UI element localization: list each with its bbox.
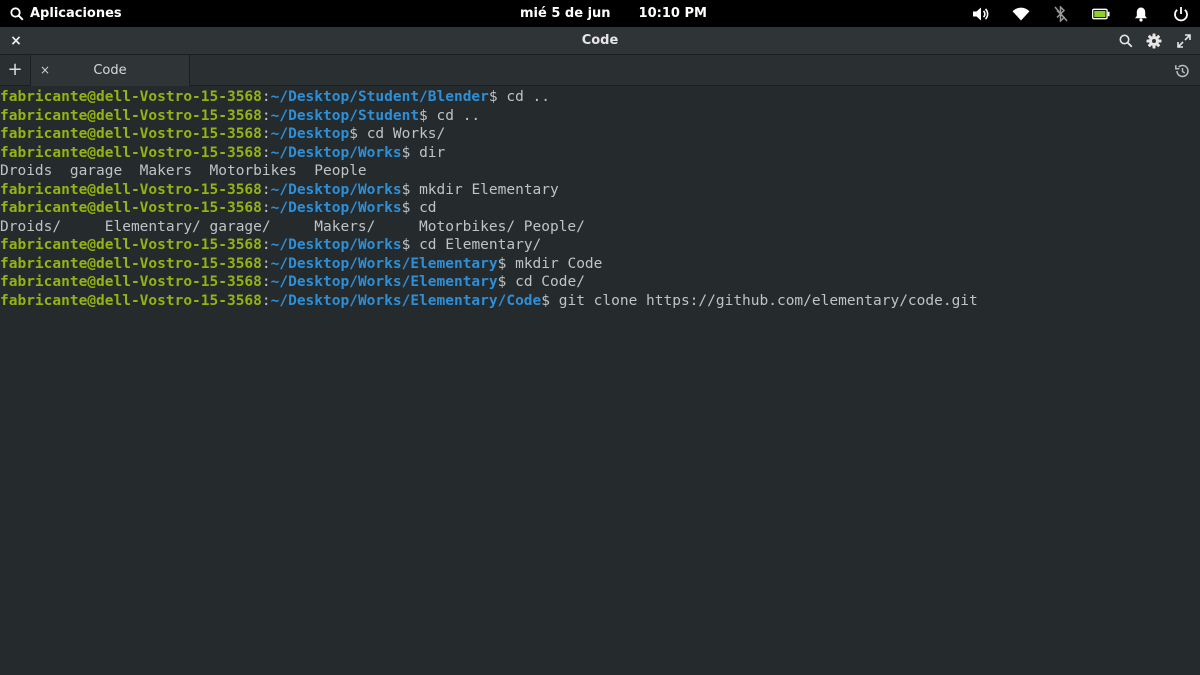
prompt-path: ~/Desktop/Student/Blender (270, 89, 489, 105)
prompt-separator: : (261, 255, 271, 272)
wifi-icon[interactable] (1012, 5, 1030, 23)
window-close-button[interactable]: × (6, 31, 26, 51)
search-button[interactable] (1116, 31, 1136, 51)
history-icon (1175, 64, 1189, 78)
command-text: cd Code/ (515, 274, 585, 290)
prompt-path: ~/Desktop/Works/Elementary (270, 274, 498, 290)
terminal-prompt-line: fabricante@dell-Vostro-15-3568:~/Desktop… (0, 273, 1200, 292)
new-tab-button[interactable]: + (4, 59, 26, 81)
terminal-prompt-line: fabricante@dell-Vostro-15-3568:~/Desktop… (0, 125, 1200, 144)
prompt-separator: : (261, 292, 271, 309)
prompt-path: ~/Desktop/Works/Elementary (270, 255, 498, 272)
indicator-area (972, 0, 1190, 27)
closed-tabs-button[interactable] (1172, 61, 1192, 81)
top-panel: Aplicaciones mié 5 de jun 10:10 PM (0, 0, 1200, 27)
notifications-icon[interactable] (1132, 5, 1150, 23)
prompt-symbol: $ (401, 237, 420, 253)
search-icon (1119, 34, 1133, 48)
command-text: cd .. (436, 107, 481, 124)
plus-icon: + (7, 59, 23, 80)
volume-icon[interactable] (972, 5, 990, 23)
prompt-symbol: $ (401, 181, 420, 198)
prompt-path: ~/Desktop/Works (270, 237, 402, 253)
command-text: cd (419, 200, 437, 216)
applications-label: Aplicaciones (30, 6, 122, 21)
window-title: Code (581, 33, 619, 48)
output-text: Droids garage Makers Motorbikes People (0, 163, 367, 179)
battery-icon[interactable] (1092, 5, 1110, 23)
gear-icon (1146, 33, 1162, 49)
prompt-user: fabricante@dell-Vostro-15-3568 (0, 200, 262, 216)
prompt-user: fabricante@dell-Vostro-15-3568 (0, 255, 262, 272)
terminal-prompt-line: fabricante@dell-Vostro-15-3568:~/Desktop… (0, 255, 1200, 274)
command-text: git clone https://github.com/elementary/… (558, 292, 978, 309)
window-headerbar: × Code (0, 27, 1200, 55)
terminal-prompt-line: fabricante@dell-Vostro-15-3568:~/Desktop… (0, 88, 1200, 107)
prompt-path: ~/Desktop/Works (270, 144, 402, 161)
command-text: cd Elementary/ (419, 237, 542, 253)
command-text: dir (419, 144, 446, 161)
output-text: Droids/ Elementary/ garage/ Makers/ Moto… (0, 218, 585, 235)
tab-code[interactable]: × Code (30, 55, 190, 86)
terminal-prompt-line: fabricante@dell-Vostro-15-3568:~/Desktop… (0, 144, 1200, 163)
command-text: cd .. (506, 89, 551, 105)
prompt-path: ~/Desktop/Student (270, 107, 420, 124)
prompt-separator: : (261, 200, 271, 216)
tab-label: Code (93, 63, 127, 78)
prompt-user: fabricante@dell-Vostro-15-3568 (0, 237, 262, 253)
prompt-symbol: $ (497, 274, 516, 290)
prompt-separator: : (261, 89, 271, 105)
prompt-symbol: $ (401, 200, 420, 216)
date-label: mié 5 de jun (520, 6, 611, 21)
command-text: mkdir Elementary (419, 181, 559, 198)
prompt-user: fabricante@dell-Vostro-15-3568 (0, 89, 262, 105)
terminal-prompt-line: fabricante@dell-Vostro-15-3568:~/Desktop… (0, 199, 1200, 218)
prompt-separator: : (261, 181, 271, 198)
prompt-symbol: $ (488, 89, 507, 105)
terminal-output-line: Droids garage Makers Motorbikes People (0, 162, 1200, 181)
prompt-separator: : (261, 274, 271, 290)
applications-menu[interactable]: Aplicaciones (10, 0, 122, 27)
close-icon: × (10, 33, 22, 49)
terminal-prompt-line: fabricante@dell-Vostro-15-3568:~/Desktop… (0, 292, 1200, 311)
prompt-path: ~/Desktop/Works (270, 181, 402, 198)
prompt-path: ~/Desktop/Works/Elementary/Code (270, 292, 542, 309)
prompt-user: fabricante@dell-Vostro-15-3568 (0, 274, 262, 290)
search-icon (10, 6, 24, 21)
power-icon[interactable] (1172, 5, 1190, 23)
command-text: mkdir Code (515, 255, 603, 272)
prompt-symbol: $ (541, 292, 559, 309)
prompt-user: fabricante@dell-Vostro-15-3568 (0, 292, 262, 309)
prompt-user: fabricante@dell-Vostro-15-3568 (0, 181, 262, 198)
fullscreen-button[interactable] (1174, 31, 1194, 51)
terminal-prompt-line: fabricante@dell-Vostro-15-3568:~/Desktop… (0, 181, 1200, 200)
settings-button[interactable] (1144, 31, 1164, 51)
prompt-path: ~/Desktop (270, 126, 350, 142)
prompt-separator: : (261, 107, 271, 124)
terminal-view[interactable]: fabricante@dell-Vostro-15-3568:~/Desktop… (0, 86, 1200, 675)
prompt-user: fabricante@dell-Vostro-15-3568 (0, 126, 262, 142)
terminal-prompt-line: fabricante@dell-Vostro-15-3568:~/Desktop… (0, 236, 1200, 255)
prompt-path: ~/Desktop/Works (270, 200, 402, 216)
prompt-user: fabricante@dell-Vostro-15-3568 (0, 144, 262, 161)
datetime-indicator[interactable]: mié 5 de jun 10:10 PM (520, 0, 707, 27)
prompt-separator: : (261, 237, 271, 253)
bluetooth-off-icon[interactable] (1052, 5, 1070, 23)
terminal-output-line: Droids/ Elementary/ garage/ Makers/ Moto… (0, 218, 1200, 237)
prompt-symbol: $ (419, 107, 437, 124)
prompt-user: fabricante@dell-Vostro-15-3568 (0, 107, 262, 124)
fullscreen-icon (1177, 34, 1191, 48)
prompt-symbol: $ (401, 144, 420, 161)
prompt-separator: : (261, 126, 271, 142)
time-label: 10:10 PM (638, 6, 707, 21)
prompt-separator: : (261, 144, 271, 161)
tab-bar: + × Code (0, 55, 1200, 86)
prompt-symbol: $ (497, 255, 516, 272)
command-text: cd Works/ (366, 126, 446, 142)
prompt-symbol: $ (349, 126, 367, 142)
terminal-prompt-line: fabricante@dell-Vostro-15-3568:~/Desktop… (0, 107, 1200, 126)
